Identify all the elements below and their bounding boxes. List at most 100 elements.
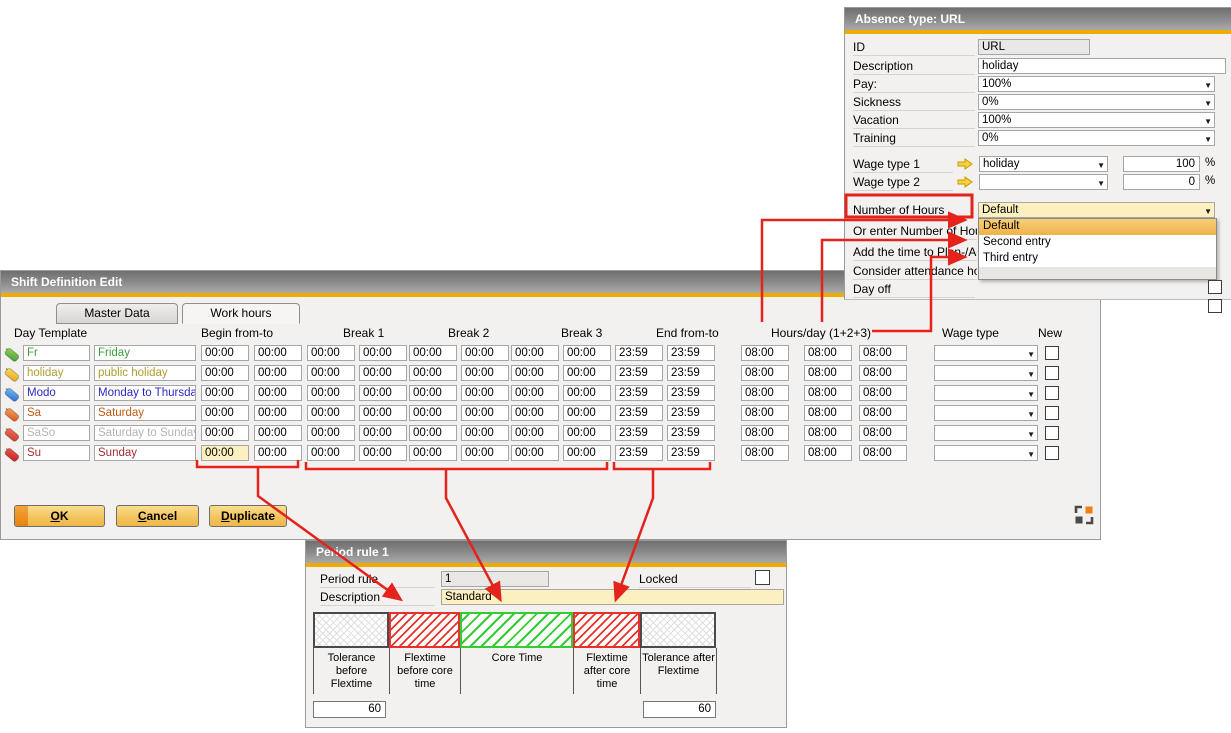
chevron-down-icon[interactable]: ▼ [1027, 448, 1035, 462]
period-window-titlebar[interactable]: Period rule 1 [306, 541, 786, 563]
time-field[interactable]: 08:00 [859, 365, 907, 381]
time-field[interactable]: 08:00 [859, 345, 907, 361]
time-field[interactable]: 08:00 [859, 445, 907, 461]
tolerance-after-input[interactable]: 60 [643, 701, 716, 718]
time-field[interactable]: 00:00 [307, 405, 355, 421]
day-id-field[interactable]: SaSo [23, 425, 90, 441]
new-checkbox[interactable] [1045, 386, 1059, 400]
time-field[interactable]: 00:00 [409, 445, 457, 461]
description-input[interactable]: Standard [441, 589, 784, 605]
form-settings-icon[interactable] [1073, 504, 1095, 526]
locked-checkbox[interactable] [755, 570, 770, 585]
time-field[interactable]: 00:00 [461, 345, 509, 361]
time-field[interactable]: 00:00 [307, 385, 355, 401]
time-field[interactable]: 00:00 [563, 445, 611, 461]
dropdown-item-third-entry[interactable]: Third entry [979, 251, 1216, 267]
time-field[interactable]: 00:00 [563, 365, 611, 381]
time-field[interactable]: 08:00 [804, 365, 852, 381]
cancel-button[interactable]: Cancel [116, 505, 199, 527]
time-field[interactable]: 08:00 [804, 385, 852, 401]
duplicate-button[interactable]: Duplicate [209, 505, 287, 527]
description-field[interactable]: holiday [978, 58, 1226, 74]
time-field[interactable]: 00:00 [563, 345, 611, 361]
time-field[interactable]: 00:00 [461, 405, 509, 421]
time-field[interactable]: 00:00 [254, 345, 302, 361]
wage-type-2-percent[interactable]: 0 [1123, 174, 1200, 190]
chevron-down-icon[interactable]: ▼ [1027, 388, 1035, 402]
time-field[interactable]: 08:00 [741, 445, 789, 461]
wage-type-2-combo[interactable]: ▼ [979, 174, 1108, 190]
time-field[interactable]: 00:00 [409, 385, 457, 401]
training-combo[interactable]: 0% ▼ [978, 130, 1215, 146]
chevron-down-icon[interactable]: ▼ [1027, 348, 1035, 362]
wage-type-1-percent[interactable]: 100 [1123, 156, 1200, 172]
dropdown-item-default[interactable]: Default [979, 219, 1216, 235]
chevron-down-icon[interactable]: ▼ [1204, 133, 1212, 147]
time-field[interactable]: 08:00 [741, 425, 789, 441]
time-field[interactable]: 00:00 [511, 445, 559, 461]
chevron-down-icon[interactable]: ▼ [1204, 97, 1212, 111]
new-checkbox[interactable] [1045, 446, 1059, 460]
wage-type-combo[interactable]: ▼ [934, 365, 1038, 381]
time-field[interactable]: 23:59 [615, 445, 663, 461]
time-field[interactable]: 00:00 [307, 345, 355, 361]
day-name-field[interactable]: Saturday to Sunday [94, 425, 196, 441]
chevron-down-icon[interactable]: ▼ [1027, 368, 1035, 382]
time-field[interactable]: 00:00 [359, 425, 407, 441]
time-field[interactable]: 00:00 [563, 425, 611, 441]
new-checkbox[interactable] [1045, 346, 1059, 360]
time-field[interactable]: 08:00 [741, 345, 789, 361]
time-field[interactable]: 08:00 [804, 405, 852, 421]
time-field[interactable]: 00:00 [201, 365, 249, 381]
pay-combo[interactable]: 100% ▼ [978, 76, 1215, 92]
new-checkbox[interactable] [1045, 366, 1059, 380]
time-field[interactable]: 00:00 [254, 405, 302, 421]
time-field[interactable]: 08:00 [859, 385, 907, 401]
time-field[interactable]: 00:00 [359, 345, 407, 361]
time-field[interactable]: 00:00 [254, 385, 302, 401]
time-field[interactable]: 00:00 [359, 405, 407, 421]
chevron-down-icon[interactable]: ▼ [1204, 205, 1212, 219]
time-field[interactable]: 00:00 [307, 445, 355, 461]
time-field[interactable]: 00:00 [511, 365, 559, 381]
time-field[interactable]: 23:59 [615, 425, 663, 441]
ok-button[interactable]: OK [14, 505, 105, 527]
clipped-checkbox[interactable] [1208, 299, 1222, 313]
time-field[interactable]: 00:00 [201, 385, 249, 401]
day-id-field[interactable]: Fr [23, 345, 90, 361]
time-field[interactable]: 00:00 [511, 405, 559, 421]
vacation-combo[interactable]: 100% ▼ [978, 112, 1215, 128]
chevron-down-icon[interactable]: ▼ [1204, 115, 1212, 129]
chevron-down-icon[interactable]: ▼ [1204, 79, 1212, 93]
day-name-field[interactable]: Monday to Thursday [94, 385, 196, 401]
time-field[interactable]: 00:00 [409, 345, 457, 361]
chevron-down-icon[interactable]: ▼ [1027, 428, 1035, 442]
time-field[interactable]: 08:00 [804, 425, 852, 441]
wage-type-1-combo[interactable]: holiday ▼ [979, 156, 1108, 172]
day-name-field[interactable]: Sunday [94, 445, 196, 461]
tab-master-data[interactable]: Master Data [56, 303, 178, 324]
time-field[interactable]: 00:00 [511, 385, 559, 401]
link-arrow-icon[interactable] [957, 175, 973, 189]
wage-type-combo[interactable]: ▼ [934, 425, 1038, 441]
time-field[interactable]: 00:00 [461, 385, 509, 401]
wage-type-combo[interactable]: ▼ [934, 405, 1038, 421]
time-field[interactable]: 23:59 [667, 365, 715, 381]
time-field[interactable]: 00:00 [409, 425, 457, 441]
time-field[interactable]: 23:59 [615, 365, 663, 381]
time-field[interactable]: 00:00 [563, 385, 611, 401]
time-field[interactable]: 00:00 [359, 365, 407, 381]
time-field[interactable]: 08:00 [804, 445, 852, 461]
time-field[interactable]: 00:00 [254, 445, 302, 461]
day-id-field[interactable]: Modo [23, 385, 90, 401]
time-field[interactable]: 00:00 [254, 425, 302, 441]
time-field[interactable]: 00:00 [307, 365, 355, 381]
time-field[interactable]: 08:00 [741, 365, 789, 381]
time-field[interactable]: 00:00 [359, 385, 407, 401]
number-of-hours-combo[interactable]: Default ▼ [978, 202, 1215, 218]
time-field[interactable]: 00:00 [511, 425, 559, 441]
time-field[interactable]: 23:59 [615, 345, 663, 361]
wage-type-combo[interactable]: ▼ [934, 445, 1038, 461]
time-field[interactable]: 08:00 [859, 405, 907, 421]
time-field[interactable]: 00:00 [461, 445, 509, 461]
